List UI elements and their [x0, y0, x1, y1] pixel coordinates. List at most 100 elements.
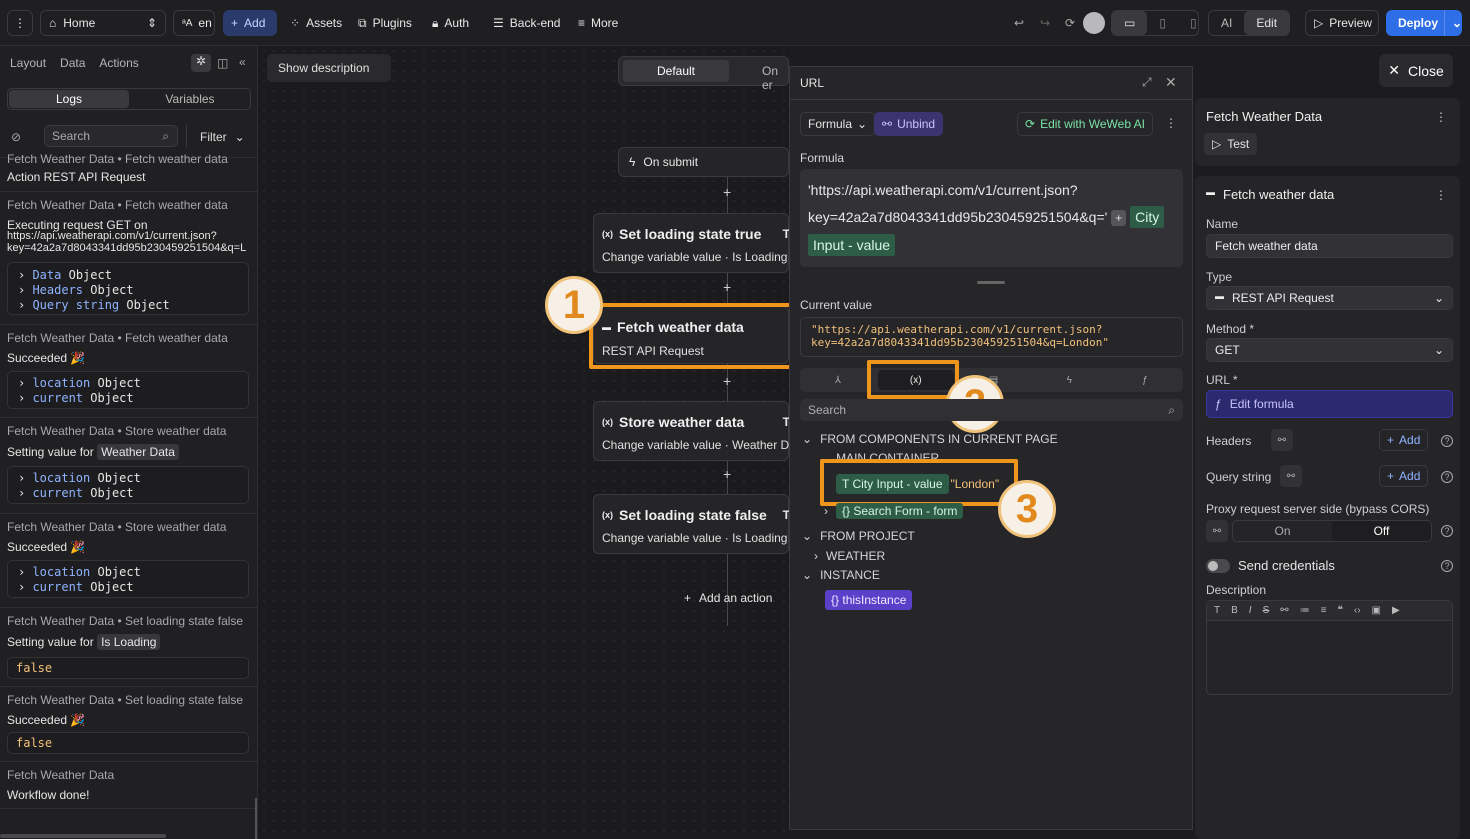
more-options-icon[interactable]: ⋮ — [1435, 188, 1447, 202]
resize-handle[interactable] — [977, 281, 1005, 284]
workflow-node[interactable]: (x) Set loading state true Change variabl… — [593, 213, 790, 273]
edit-formula-button[interactable]: ƒ Edit formula — [1206, 390, 1453, 418]
assets-button[interactable]: ⁘ Assets — [282, 10, 350, 36]
add-step-icon[interactable]: + — [723, 184, 731, 200]
redo-icon[interactable]: ↪ — [1032, 10, 1058, 36]
ai-mode-tab[interactable]: AI — [1209, 11, 1244, 35]
tab-actions[interactable]: Actions — [99, 56, 138, 70]
collapse-icon[interactable]: « — [239, 55, 246, 69]
tree-section-project[interactable]: ⌄ FROM PROJECT — [802, 529, 915, 543]
tab-data[interactable]: Data — [60, 56, 85, 70]
expand-icon[interactable]: ⤢ — [1142, 75, 1152, 90]
debug-icon[interactable]: ✲ — [191, 54, 211, 72]
proxy-off-option[interactable]: Off — [1332, 521, 1431, 541]
add-header-button[interactable]: + Add — [1379, 429, 1429, 451]
desktop-icon[interactable]: ▭ — [1112, 11, 1148, 35]
log-search-input[interactable]: Search ⌕ — [44, 125, 178, 147]
tree-row[interactable]: › Data Object — [18, 268, 112, 282]
method-select[interactable]: GET ⌄ — [1206, 338, 1453, 362]
tree-icon[interactable]: ⅄ — [800, 368, 876, 392]
tree-row[interactable]: › location Object — [18, 565, 141, 579]
add-query-button[interactable]: + Add — [1379, 465, 1429, 487]
horizontal-scrollbar[interactable] — [0, 834, 166, 838]
tree-row[interactable]: › current Object — [18, 391, 134, 405]
tab-default[interactable]: Default — [623, 60, 729, 82]
help-icon[interactable]: ? — [1441, 525, 1453, 537]
tree-row[interactable]: › current Object — [18, 580, 134, 594]
proxy-on-option[interactable]: On — [1233, 521, 1332, 541]
text-icon[interactable]: T — [1214, 605, 1220, 616]
tab-variables[interactable]: Variables — [130, 89, 250, 109]
bind-icon[interactable]: ⚯ — [1271, 429, 1293, 451]
add-button[interactable]: + Add — [223, 10, 277, 36]
link-icon[interactable]: ⚯ — [1280, 605, 1288, 616]
description-editor[interactable]: T B I S ⚯ ≔ ≡ ❝ ‹› ▣ ▶ — [1206, 600, 1453, 695]
bind-icon[interactable]: ⚯ — [1206, 520, 1228, 542]
bold-icon[interactable]: B — [1231, 605, 1238, 616]
function-icon[interactable]: ƒ — [1107, 368, 1183, 392]
help-icon[interactable]: ? — [1441, 471, 1453, 483]
menu-icon[interactable]: ⋮ — [7, 10, 33, 36]
type-select[interactable]: ▬ REST API Request ⌄ — [1206, 286, 1453, 310]
tree-row[interactable]: › current Object — [18, 486, 134, 500]
deploy-button[interactable]: Deploy ⌄ — [1386, 10, 1462, 36]
formula-editor[interactable]: 'https://api.weatherapi.com/v1/current.j… — [800, 169, 1183, 267]
help-icon[interactable]: ? — [1441, 560, 1453, 572]
tab-logs[interactable]: Logs — [9, 90, 129, 108]
search-form-variable[interactable]: › {} Search Form - form — [824, 503, 964, 519]
mobile-icon[interactable]: ▯ — [1178, 11, 1209, 35]
tree-section-weather[interactable]: › WEATHER — [814, 549, 885, 563]
workflow-node[interactable]: (x) Store weather data Change variable va… — [593, 401, 799, 461]
test-button[interactable]: ▷ Test — [1204, 133, 1258, 155]
workflow-canvas[interactable]: Show description Default On er ϟ On submi… — [259, 46, 799, 839]
more-options-icon[interactable]: ⋮ — [1435, 110, 1447, 124]
code-icon[interactable]: ‹› — [1354, 605, 1361, 616]
vertical-scrollbar[interactable] — [255, 798, 257, 839]
image-icon[interactable]: ▣ — [1372, 605, 1381, 616]
edit-with-ai-button[interactable]: ⟳ Edit with WeWeb AI — [1017, 112, 1153, 136]
backend-button[interactable]: ☰ Back-end — [485, 10, 568, 36]
data-search-input[interactable]: Search ⌕ — [800, 399, 1183, 421]
formula-mode-dropdown[interactable]: Formula ⌄ — [800, 112, 876, 136]
workflow-node[interactable]: (x) Set loading state false Change variab… — [593, 494, 790, 554]
avatar[interactable] — [1083, 12, 1105, 34]
tab-on-error[interactable]: On er — [762, 64, 788, 92]
help-icon[interactable]: ? — [1441, 435, 1453, 447]
add-step-icon[interactable]: + — [723, 466, 731, 482]
bind-icon[interactable]: ⚯ — [1280, 465, 1302, 487]
name-field[interactable]: Fetch weather data — [1206, 234, 1453, 258]
refresh-icon[interactable]: ⟳ — [1057, 10, 1083, 36]
video-icon[interactable]: ▶ — [1392, 605, 1400, 616]
show-description-button[interactable]: Show description — [267, 54, 391, 82]
italic-icon[interactable]: I — [1249, 605, 1252, 616]
preview-button[interactable]: ▷ Preview — [1305, 10, 1379, 36]
bolt-icon[interactable]: ϟ — [1031, 368, 1107, 392]
chevron-down-icon[interactable]: ⌄ — [1444, 10, 1462, 36]
numbered-list-icon[interactable]: ≡ — [1321, 605, 1327, 616]
plugins-button[interactable]: ⧉ Plugins — [350, 10, 420, 36]
close-button[interactable]: ✕ Close — [1379, 54, 1453, 87]
page-selector[interactable]: ⌂ Home ⇕ — [40, 10, 166, 36]
tab-layout[interactable]: Layout — [10, 56, 46, 70]
strikethrough-icon[interactable]: S — [1263, 605, 1270, 616]
unbind-button[interactable]: ⚯ Unbind — [874, 112, 944, 136]
more-button[interactable]: ≡ More — [570, 10, 626, 36]
tree-row[interactable]: › location Object — [18, 376, 141, 390]
auth-button[interactable]: 🔒︎ Auth — [424, 10, 477, 36]
more-options-icon[interactable]: ⋮ — [1165, 116, 1177, 130]
language-selector[interactable]: ᵃA en — [173, 10, 215, 36]
tree-row[interactable]: › Headers Object — [18, 283, 134, 297]
this-instance-variable[interactable]: {} thisInstance — [825, 590, 913, 610]
edit-mode-tab[interactable]: Edit — [1244, 11, 1290, 35]
undo-icon[interactable]: ↩ — [1006, 10, 1032, 36]
add-step-icon[interactable]: + — [723, 279, 731, 295]
send-credentials-toggle[interactable] — [1206, 559, 1230, 573]
tree-row[interactable]: › location Object — [18, 471, 141, 485]
quote-icon[interactable]: ❝ — [1337, 605, 1342, 616]
add-step-icon[interactable]: + — [723, 373, 731, 389]
tablet-icon[interactable]: ▯ — [1147, 11, 1178, 35]
tree-section-components[interactable]: ⌄ FROM COMPONENTS IN CURRENT PAGE — [802, 432, 1058, 446]
clear-icon[interactable]: ⊘ — [11, 130, 21, 144]
tree-section-instance[interactable]: ⌄ INSTANCE — [802, 568, 880, 582]
panel-icon[interactable]: ◫ — [217, 56, 228, 70]
